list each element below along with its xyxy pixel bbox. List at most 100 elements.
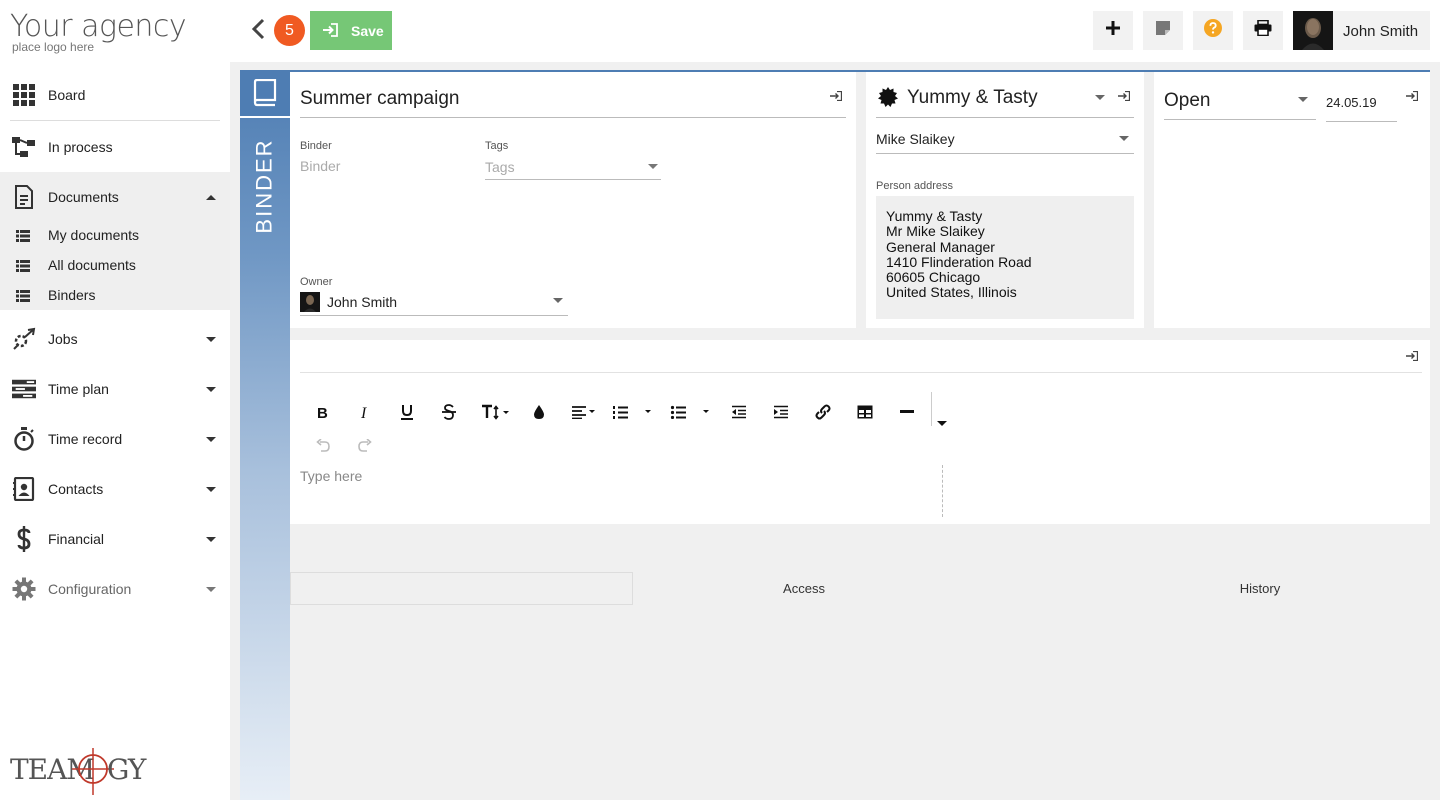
owner-select[interactable]: John Smith bbox=[327, 294, 397, 310]
sidebar-item-board[interactable]: Board bbox=[0, 70, 230, 120]
teamogy-logo: TEAM GY bbox=[10, 745, 160, 800]
sign-in-icon[interactable] bbox=[1118, 88, 1131, 102]
grid-icon bbox=[12, 83, 36, 107]
table-icon[interactable] bbox=[853, 400, 877, 424]
address-line: Mr Mike Slaikey bbox=[886, 223, 985, 240]
sidebar-subitem-binders[interactable]: Binders bbox=[0, 280, 230, 310]
contact-person-select[interactable]: Mike Slaikey bbox=[876, 131, 955, 147]
tab-items[interactable] bbox=[290, 572, 633, 605]
sidebar-item-jobs[interactable]: Jobs bbox=[0, 314, 230, 364]
chevron-down-icon bbox=[206, 336, 216, 342]
plus-icon bbox=[1105, 20, 1121, 41]
address-line: 1410 Flinderation Road bbox=[886, 253, 1032, 270]
status-select[interactable]: Open bbox=[1164, 90, 1210, 112]
chevron-up-icon bbox=[206, 194, 216, 200]
book-icon bbox=[240, 70, 290, 118]
sidebar-subitem-label: All documents bbox=[48, 257, 136, 273]
sidebar: Your agency place logo here Board In pro… bbox=[0, 0, 230, 800]
notification-badge[interactable]: 5 bbox=[274, 15, 305, 46]
binder-vertical-label: BINDER bbox=[252, 138, 277, 234]
sidebar-item-time-record[interactable]: Time record bbox=[0, 414, 230, 464]
bullet-list-icon[interactable] bbox=[670, 400, 712, 424]
date-field[interactable]: 24.05.19 bbox=[1326, 95, 1377, 110]
address-line: 60605 Chicago bbox=[886, 269, 981, 286]
svg-text:B: B bbox=[317, 405, 328, 419]
sidebar-item-contacts[interactable]: Contacts bbox=[0, 464, 230, 514]
back-chevron-icon[interactable] bbox=[250, 17, 270, 43]
sidebar-subitem-my-documents[interactable]: My documents bbox=[0, 220, 230, 250]
indent-icon[interactable] bbox=[769, 400, 793, 424]
tab-history[interactable]: History bbox=[1090, 572, 1430, 605]
chevron-down-icon[interactable] bbox=[648, 164, 658, 169]
company-underline bbox=[876, 117, 1134, 118]
link-icon[interactable] bbox=[811, 400, 835, 424]
sign-in-icon[interactable] bbox=[1406, 88, 1419, 102]
save-button-label: Save bbox=[351, 23, 384, 39]
tags-field-label: Tags bbox=[485, 140, 509, 152]
sidebar-item-time-plan[interactable]: Time plan bbox=[0, 364, 230, 414]
list-icon bbox=[16, 229, 30, 242]
address-line: Yummy & Tasty bbox=[886, 208, 983, 224]
ordered-list-icon[interactable] bbox=[612, 400, 654, 424]
chevron-down-icon[interactable] bbox=[1298, 97, 1308, 102]
owner-underline bbox=[300, 315, 568, 316]
bottom-tabs: Access History bbox=[290, 572, 1430, 606]
chevron-down-icon bbox=[206, 486, 216, 492]
user-menu[interactable]: John Smith bbox=[1293, 11, 1430, 50]
owner-avatar bbox=[300, 292, 320, 312]
editor-placeholder[interactable]: Type here bbox=[300, 468, 362, 484]
help-button[interactable] bbox=[1193, 11, 1233, 50]
main-area: BINDER Summer campaign Binder Binder Tag… bbox=[230, 62, 1440, 800]
horizontal-rule-icon[interactable] bbox=[895, 400, 919, 424]
save-button[interactable]: Save bbox=[310, 11, 392, 50]
sidebar-item-documents[interactable]: Documents bbox=[0, 172, 230, 222]
person-address-box[interactable]: Yummy & Tasty Mr Mike Slaikey General Ma… bbox=[876, 196, 1134, 319]
sidebar-subitem-all-documents[interactable]: All documents bbox=[0, 250, 230, 280]
sidebar-item-financial[interactable]: Financial bbox=[0, 514, 230, 564]
user-name: John Smith bbox=[1343, 23, 1419, 40]
outdent-icon[interactable] bbox=[727, 400, 751, 424]
agency-logo[interactable]: Your agency place logo here bbox=[10, 9, 187, 55]
chevron-down-icon bbox=[206, 586, 216, 592]
binder-field-input[interactable]: Binder bbox=[300, 158, 340, 174]
bold-icon[interactable]: B bbox=[311, 400, 335, 424]
editor-resize-guide bbox=[942, 465, 943, 517]
underline-icon[interactable] bbox=[395, 400, 419, 424]
more-tools-icon[interactable] bbox=[930, 412, 954, 436]
top-bar: 5 Save John Smith bbox=[230, 0, 1440, 62]
sidebar-item-configuration[interactable]: Configuration bbox=[0, 564, 230, 614]
align-icon[interactable] bbox=[570, 400, 600, 424]
add-button[interactable] bbox=[1093, 11, 1133, 50]
tags-select[interactable]: Tags bbox=[485, 159, 515, 175]
chevron-down-icon bbox=[206, 436, 216, 442]
chevron-down-icon[interactable] bbox=[1095, 95, 1105, 100]
status-card: Open 24.05.19 bbox=[1154, 72, 1430, 328]
chevron-down-icon[interactable] bbox=[1119, 136, 1129, 141]
font-size-icon[interactable] bbox=[480, 400, 514, 424]
undo-icon[interactable] bbox=[311, 434, 335, 458]
binder-title-input[interactable]: Summer campaign bbox=[300, 88, 846, 118]
editor-card: B I Type here bbox=[290, 340, 1430, 524]
date-underline bbox=[1326, 121, 1397, 122]
list-icon bbox=[16, 259, 30, 272]
text-color-icon[interactable] bbox=[527, 400, 551, 424]
tags-underline bbox=[485, 179, 661, 180]
italic-icon[interactable]: I bbox=[353, 400, 377, 424]
chevron-down-icon[interactable] bbox=[553, 298, 563, 303]
binder-details-card: Summer campaign Binder Binder Tags Tags … bbox=[290, 72, 856, 328]
company-select[interactable]: Yummy & Tasty bbox=[907, 87, 1038, 109]
chevron-down-icon bbox=[206, 386, 216, 392]
sticky-note-button[interactable] bbox=[1143, 11, 1183, 50]
tab-access[interactable]: Access bbox=[633, 572, 975, 605]
sign-in-icon[interactable] bbox=[1406, 348, 1419, 362]
redo-icon[interactable] bbox=[353, 434, 377, 458]
avatar bbox=[1293, 11, 1333, 50]
binder-field-label: Binder bbox=[300, 140, 332, 152]
sidebar-item-in-process[interactable]: In process bbox=[0, 122, 230, 172]
print-button[interactable] bbox=[1243, 11, 1283, 50]
editor-top-divider bbox=[300, 372, 1422, 373]
jobs-icon bbox=[12, 327, 36, 351]
strikethrough-icon[interactable] bbox=[437, 400, 461, 424]
logo-title: Your agency bbox=[10, 9, 187, 44]
sidebar-item-label: Contacts bbox=[48, 481, 104, 497]
